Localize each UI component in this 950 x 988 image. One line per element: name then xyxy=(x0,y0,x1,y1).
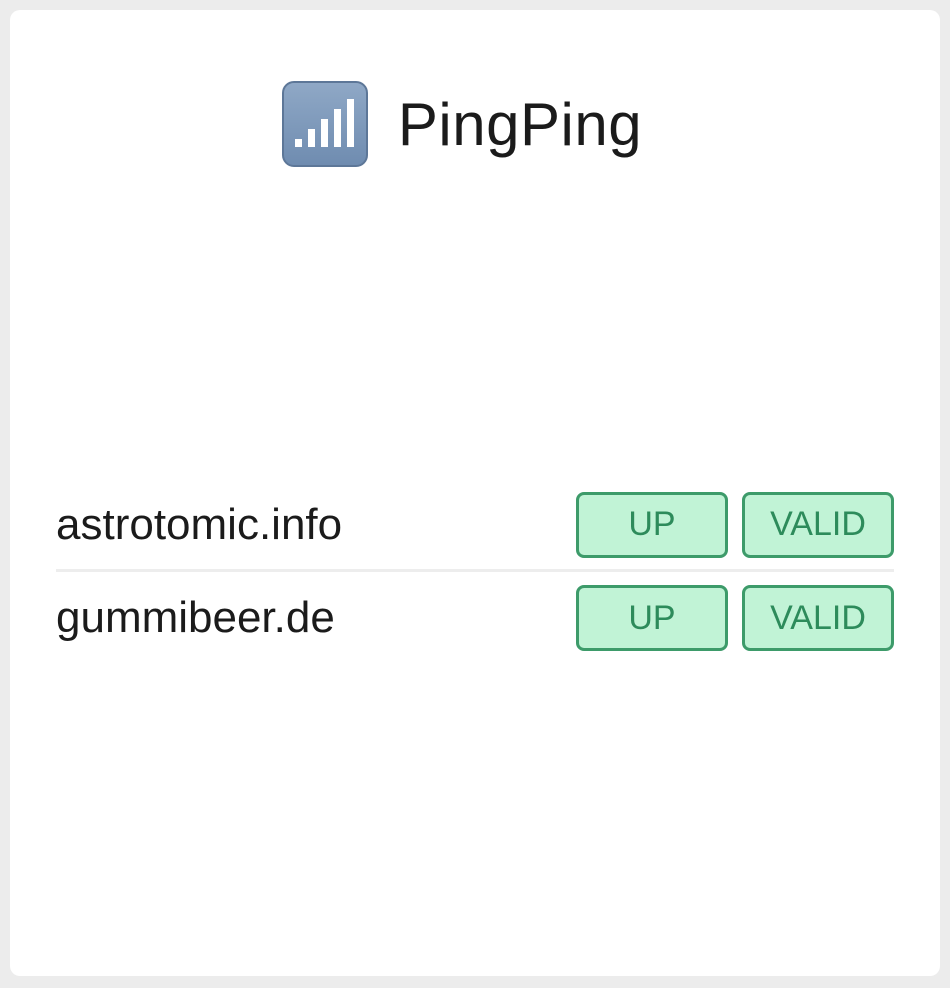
page-title: PingPing xyxy=(397,90,643,158)
site-domain: gummibeer.de xyxy=(56,593,335,642)
status-badges: UP VALID xyxy=(576,585,894,651)
signal-bars-icon xyxy=(281,81,368,167)
uptime-status-badge: UP xyxy=(576,491,728,558)
card-header: PingPing xyxy=(10,81,940,167)
certificate-status-badge: VALID xyxy=(742,585,894,651)
status-badges: UP VALID xyxy=(576,491,894,558)
site-row: gummibeer.de UP VALID xyxy=(56,572,894,664)
site-row: astrotomic.info UP VALID xyxy=(56,480,894,572)
uptime-status-badge: UP xyxy=(576,585,728,651)
site-domain: astrotomic.info xyxy=(56,499,343,549)
status-card: PingPing astrotomic.info UP VALID gummib… xyxy=(10,10,940,976)
certificate-status-badge: VALID xyxy=(742,491,894,558)
site-list: astrotomic.info UP VALID gummibeer.de UP… xyxy=(56,480,894,664)
